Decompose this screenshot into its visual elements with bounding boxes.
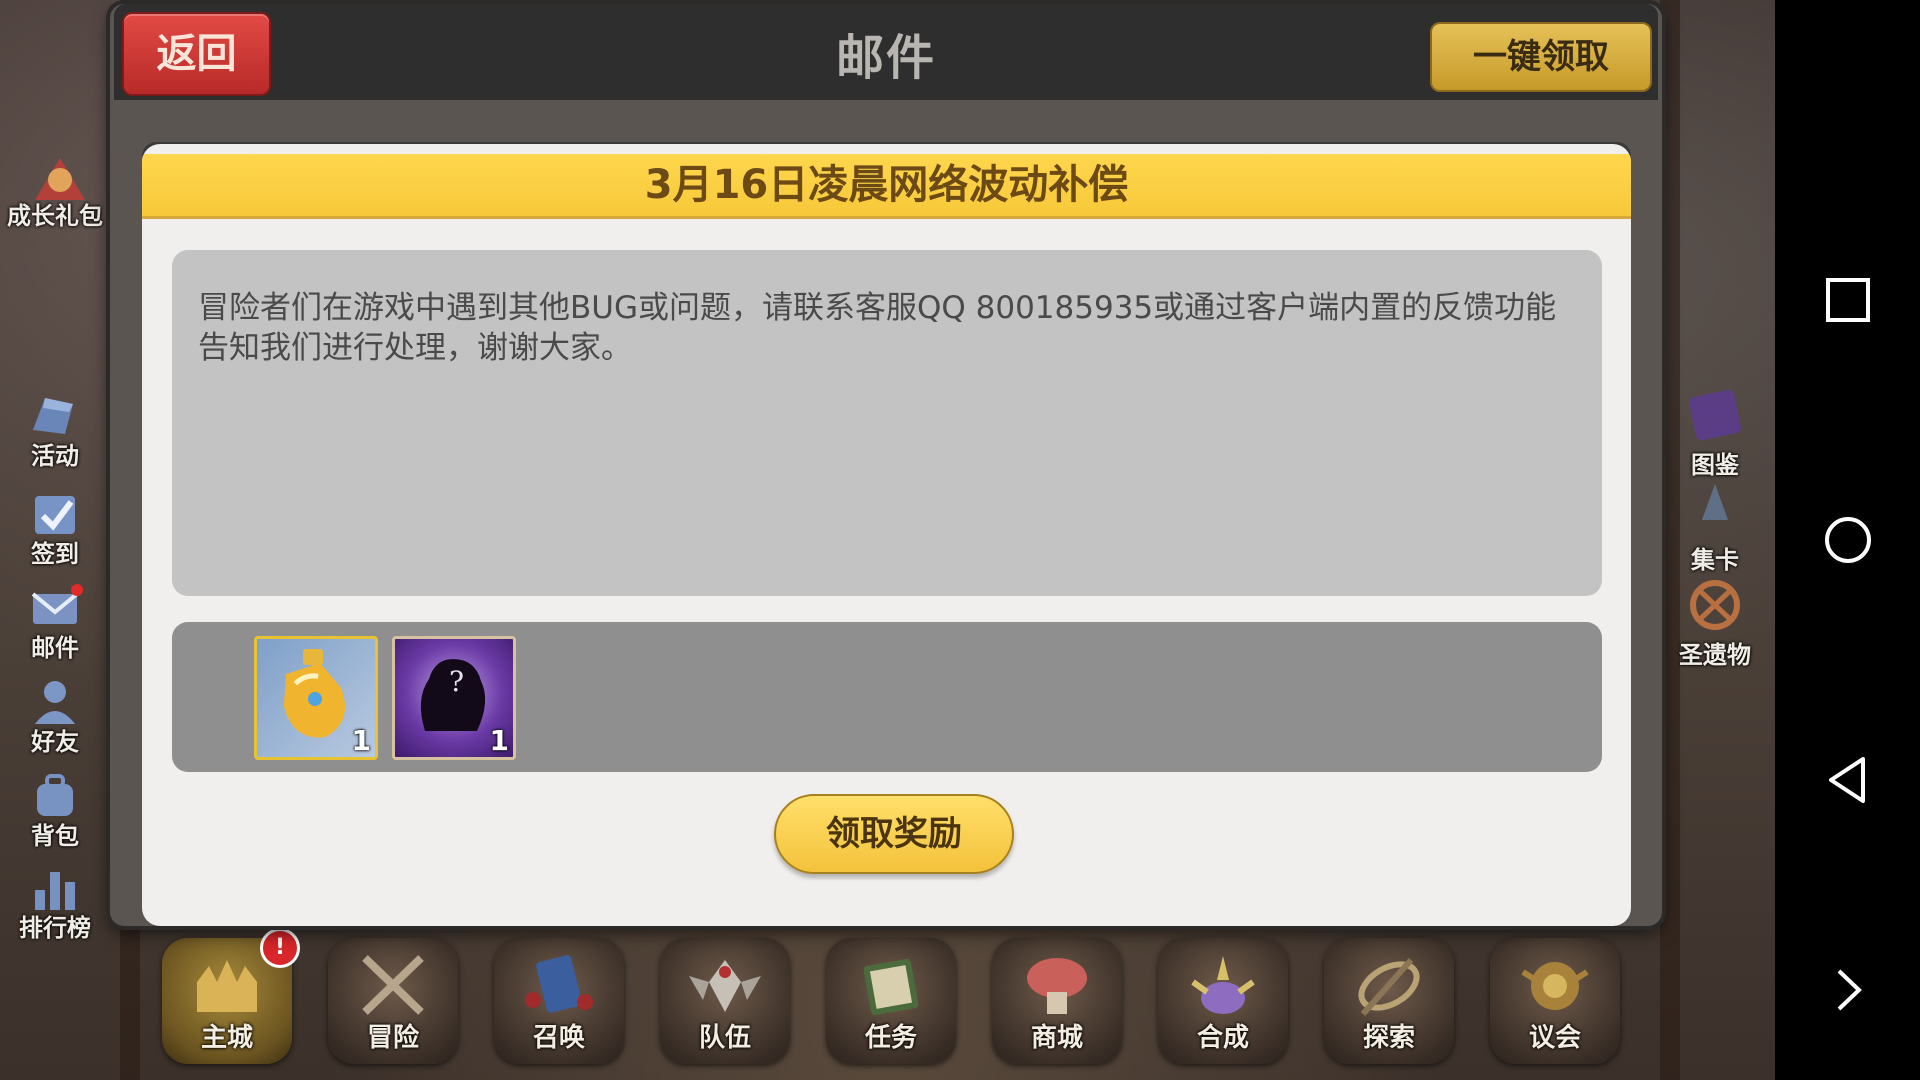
nav-shop[interactable]: 商城: [992, 938, 1122, 1064]
main-city-icon: [187, 952, 267, 1022]
svg-text:?: ?: [449, 665, 464, 698]
home-icon[interactable]: [1823, 515, 1873, 565]
nav-adventure[interactable]: 冒险: [328, 938, 458, 1064]
mail-dialog: 返回 邮件 一键领取 3月16日凌晨网络波动补偿 冒险者们在游戏中遇到其他BUG…: [110, 4, 1662, 926]
craft-icon: [1183, 952, 1263, 1022]
unread-dot: [71, 584, 83, 596]
explore-icon: [1349, 952, 1429, 1022]
quest-icon: [851, 952, 931, 1022]
side-item-growth-gift[interactable]: 成长礼包: [0, 150, 110, 240]
item-quantity: 1: [351, 724, 371, 757]
friends-icon: [25, 676, 85, 728]
leaderboard-icon: [25, 862, 85, 914]
adventure-icon: [353, 952, 433, 1022]
nav-craft[interactable]: 合成: [1158, 938, 1288, 1064]
codex-icon: [1680, 385, 1750, 445]
side-item-activity[interactable]: 活动: [0, 390, 110, 480]
growth-gift-icon: [25, 150, 85, 202]
activity-icon: [25, 390, 85, 442]
mail-subject: 3月16日凌晨网络波动补偿: [142, 154, 1631, 219]
side-item-card-collect[interactable]: 集卡: [1660, 480, 1770, 575]
team-icon: [685, 952, 765, 1022]
mail-body-text: 冒险者们在游戏中遇到其他BUG或问题，请联系客服QQ 800185935或通过客…: [198, 290, 1557, 366]
chevron-right-icon[interactable]: [1823, 965, 1873, 1015]
side-item-backpack[interactable]: 背包: [0, 770, 110, 860]
android-nav-bar: [1775, 0, 1920, 1080]
claim-reward-button[interactable]: 领取奖励: [774, 794, 1014, 874]
back-icon[interactable]: [1823, 755, 1873, 805]
backpack-icon: [25, 770, 85, 822]
mail-body[interactable]: 冒险者们在游戏中遇到其他BUG或问题，请联系客服QQ 800185935或通过客…: [172, 250, 1602, 596]
mail-icon: [25, 582, 85, 634]
check-in-icon: [25, 488, 85, 540]
alert-badge: !: [260, 928, 300, 968]
attachment-item[interactable]: ? 1: [392, 636, 516, 760]
nav-summon[interactable]: 召唤: [494, 938, 624, 1064]
attachment-item[interactable]: 1: [254, 636, 378, 760]
side-item-mail[interactable]: 邮件: [0, 582, 110, 672]
claim-all-button[interactable]: 一键领取: [1430, 22, 1652, 92]
side-item-relic[interactable]: 圣遗物: [1660, 575, 1770, 670]
side-item-leaderboard[interactable]: 排行榜: [0, 862, 110, 952]
nav-council[interactable]: 议会: [1490, 938, 1620, 1064]
nav-main-city[interactable]: 主城 !: [162, 928, 300, 1064]
card-collect-icon: [1680, 480, 1750, 540]
council-icon: [1515, 952, 1595, 1022]
page-title: 邮件: [835, 30, 936, 86]
side-item-codex[interactable]: 图鉴: [1660, 385, 1770, 480]
attachment-list: 1 ? 1: [172, 622, 1602, 772]
nav-quest[interactable]: 任务: [826, 938, 956, 1064]
relic-icon: [1680, 575, 1750, 635]
mail-card: 3月16日凌晨网络波动补偿 冒险者们在游戏中遇到其他BUG或问题，请联系客服QQ…: [142, 144, 1631, 926]
side-item-check-in[interactable]: 签到: [0, 488, 110, 578]
item-quantity: 1: [489, 724, 509, 757]
recent-apps-icon[interactable]: [1823, 275, 1873, 325]
bottom-nav-bar: 主城 ! 冒险 召唤 队伍 任务 商城 合成 探索 议会: [160, 928, 1620, 1068]
summon-icon: [519, 952, 599, 1022]
nav-explore[interactable]: 探索: [1324, 938, 1454, 1064]
side-item-friends[interactable]: 好友: [0, 676, 110, 766]
mail-title-bar: 返回 邮件 一键领取: [114, 4, 1658, 100]
nav-team[interactable]: 队伍: [660, 938, 790, 1064]
shop-icon: [1017, 952, 1097, 1022]
